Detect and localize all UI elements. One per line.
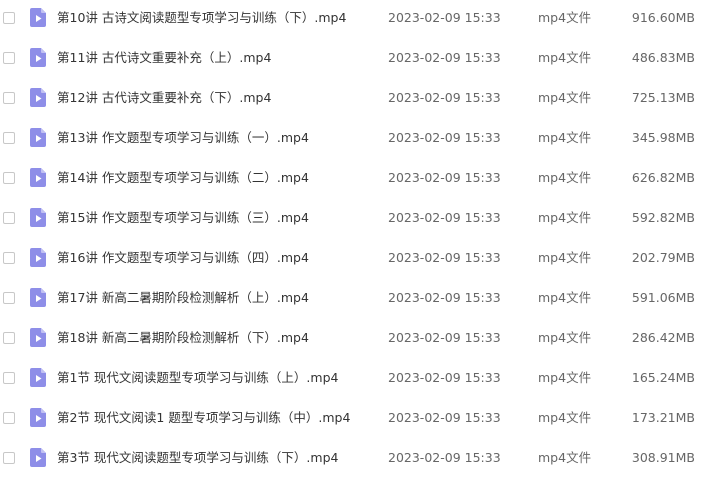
row-checkbox[interactable] (3, 132, 15, 144)
file-row[interactable]: 第2节 现代文阅读1 题型专项学习与训练（中）.mp4 2023-02-09 1… (0, 400, 701, 440)
file-row[interactable]: 第16讲 作文题型专项学习与训练（四）.mp4 2023-02-09 15:33… (0, 240, 701, 280)
video-file-icon (30, 88, 46, 107)
row-checkbox[interactable] (3, 52, 15, 64)
file-row[interactable]: 第12讲 古代诗文重要补充（下）.mp4 2023-02-09 15:33 mp… (0, 80, 701, 120)
file-date: 2023-02-09 15:33 (388, 170, 501, 185)
file-date: 2023-02-09 15:33 (388, 250, 501, 265)
file-name[interactable]: 第1节 现代文阅读题型专项学习与训练（上）.mp4 (57, 369, 338, 387)
file-type: mp4文件 (538, 50, 592, 65)
file-name[interactable]: 第18讲 新高二暑期阶段检测解析（下）.mp4 (57, 329, 309, 347)
row-checkbox[interactable] (3, 252, 15, 264)
file-type: mp4文件 (538, 90, 592, 105)
file-date: 2023-02-09 15:33 (388, 90, 501, 105)
file-name[interactable]: 第16讲 作文题型专项学习与训练（四）.mp4 (57, 249, 309, 267)
file-date: 2023-02-09 15:33 (388, 210, 501, 225)
video-file-icon (30, 328, 46, 347)
file-size: 202.79MB (631, 250, 695, 265)
file-date: 2023-02-09 15:33 (388, 10, 501, 25)
file-size: 591.06MB (631, 290, 695, 305)
row-checkbox[interactable] (3, 452, 15, 464)
file-size: 626.82MB (631, 170, 695, 185)
file-row[interactable]: 第17讲 新高二暑期阶段检测解析（上）.mp4 2023-02-09 15:33… (0, 280, 701, 320)
video-file-icon (30, 368, 46, 387)
row-checkbox[interactable] (3, 212, 15, 224)
row-checkbox[interactable] (3, 292, 15, 304)
video-file-icon (30, 8, 46, 27)
file-size: 592.82MB (631, 210, 695, 225)
file-name[interactable]: 第12讲 古代诗文重要补充（下）.mp4 (57, 89, 271, 107)
file-name[interactable]: 第17讲 新高二暑期阶段检测解析（上）.mp4 (57, 289, 309, 307)
video-file-icon (30, 128, 46, 147)
video-file-icon (30, 448, 46, 467)
file-date: 2023-02-09 15:33 (388, 330, 501, 345)
row-checkbox[interactable] (3, 12, 15, 24)
row-checkbox[interactable] (3, 332, 15, 344)
file-date: 2023-02-09 15:33 (388, 290, 501, 305)
file-size: 308.91MB (631, 450, 695, 465)
file-type: mp4文件 (538, 170, 592, 185)
file-name[interactable]: 第3节 现代文阅读题型专项学习与训练（下）.mp4 (57, 449, 338, 467)
row-checkbox[interactable] (3, 172, 15, 184)
file-type: mp4文件 (538, 10, 592, 25)
row-checkbox[interactable] (3, 92, 15, 104)
file-name[interactable]: 第13讲 作文题型专项学习与训练（一）.mp4 (57, 129, 309, 147)
file-size: 165.24MB (631, 370, 695, 385)
file-size: 486.83MB (631, 50, 695, 65)
file-date: 2023-02-09 15:33 (388, 450, 501, 465)
row-checkbox[interactable] (3, 372, 15, 384)
file-name[interactable]: 第10讲 古诗文阅读题型专项学习与训练（下）.mp4 (57, 9, 346, 27)
file-list: 第10讲 古诗文阅读题型专项学习与训练（下）.mp4 2023-02-09 15… (0, 0, 701, 470)
file-type: mp4文件 (538, 130, 592, 145)
video-file-icon (30, 408, 46, 427)
video-file-icon (30, 48, 46, 67)
file-row[interactable]: 第10讲 古诗文阅读题型专项学习与训练（下）.mp4 2023-02-09 15… (0, 0, 701, 40)
file-date: 2023-02-09 15:33 (388, 130, 501, 145)
file-type: mp4文件 (538, 250, 592, 265)
file-size: 173.21MB (631, 410, 695, 425)
file-name[interactable]: 第15讲 作文题型专项学习与训练（三）.mp4 (57, 209, 309, 227)
video-file-icon (30, 248, 46, 267)
file-size: 725.13MB (631, 90, 695, 105)
file-size: 345.98MB (631, 130, 695, 145)
file-date: 2023-02-09 15:33 (388, 370, 501, 385)
file-type: mp4文件 (538, 330, 592, 345)
file-row[interactable]: 第11讲 古代诗文重要补充（上）.mp4 2023-02-09 15:33 mp… (0, 40, 701, 80)
file-date: 2023-02-09 15:33 (388, 50, 501, 65)
file-type: mp4文件 (538, 410, 592, 425)
file-type: mp4文件 (538, 290, 592, 305)
file-size: 286.42MB (631, 330, 695, 345)
file-row[interactable]: 第14讲 作文题型专项学习与训练（二）.mp4 2023-02-09 15:33… (0, 160, 701, 200)
file-name[interactable]: 第2节 现代文阅读1 题型专项学习与训练（中）.mp4 (57, 409, 350, 427)
file-date: 2023-02-09 15:33 (388, 410, 501, 425)
file-size: 916.60MB (631, 10, 695, 25)
file-type: mp4文件 (538, 370, 592, 385)
file-name[interactable]: 第11讲 古代诗文重要补充（上）.mp4 (57, 49, 271, 67)
file-row[interactable]: 第13讲 作文题型专项学习与训练（一）.mp4 2023-02-09 15:33… (0, 120, 701, 160)
file-row[interactable]: 第18讲 新高二暑期阶段检测解析（下）.mp4 2023-02-09 15:33… (0, 320, 701, 360)
video-file-icon (30, 288, 46, 307)
file-row[interactable]: 第3节 现代文阅读题型专项学习与训练（下）.mp4 2023-02-09 15:… (0, 440, 701, 480)
file-name[interactable]: 第14讲 作文题型专项学习与训练（二）.mp4 (57, 169, 309, 187)
file-row[interactable]: 第15讲 作文题型专项学习与训练（三）.mp4 2023-02-09 15:33… (0, 200, 701, 240)
file-row[interactable]: 第1节 现代文阅读题型专项学习与训练（上）.mp4 2023-02-09 15:… (0, 360, 701, 400)
row-checkbox[interactable] (3, 412, 15, 424)
file-type: mp4文件 (538, 210, 592, 225)
video-file-icon (30, 168, 46, 187)
video-file-icon (30, 208, 46, 227)
file-type: mp4文件 (538, 450, 592, 465)
